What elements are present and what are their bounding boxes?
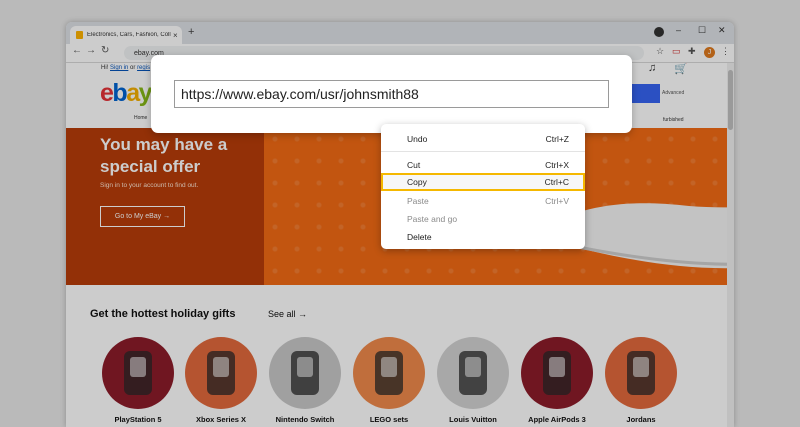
copy-label: Copy (407, 177, 427, 187)
cut-label: Cut (407, 160, 421, 170)
copy-shortcut: Ctrl+C (544, 177, 569, 187)
undo-shortcut: Ctrl+Z (545, 134, 569, 144)
url-field[interactable]: https://www.ebay.com/usr/johnsmith88 (174, 80, 609, 108)
menu-item-copy[interactable]: Copy Ctrl+C (381, 174, 585, 190)
delete-label: Delete (407, 232, 432, 242)
menu-item-cut[interactable]: Cut Ctrl+X (381, 157, 585, 173)
paste-label: Paste (407, 196, 429, 206)
context-menu: Undo Ctrl+Z Cut Ctrl+X Copy Ctrl+C Paste… (381, 124, 585, 249)
menu-item-delete[interactable]: Delete (381, 229, 585, 245)
paste-and-go-label: Paste and go (407, 214, 458, 224)
menu-item-undo[interactable]: Undo Ctrl+Z (381, 131, 585, 147)
paste-shortcut: Ctrl+V (545, 196, 569, 206)
undo-label: Undo (407, 134, 428, 144)
menu-item-paste-and-go[interactable]: Paste and go (381, 211, 585, 227)
menu-item-paste[interactable]: Paste Ctrl+V (381, 193, 585, 209)
cut-shortcut: Ctrl+X (545, 160, 569, 170)
menu-separator (381, 151, 585, 152)
url-popup: https://www.ebay.com/usr/johnsmith88 (151, 55, 632, 133)
